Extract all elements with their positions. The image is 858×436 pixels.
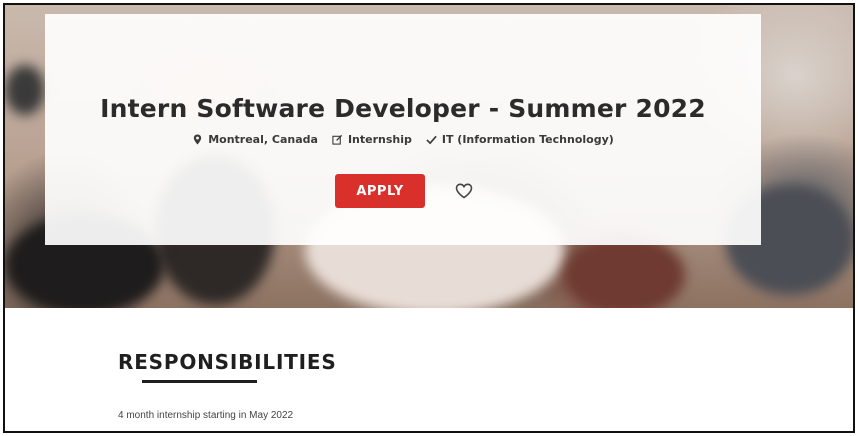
favorite-button[interactable] (453, 180, 475, 202)
apply-button[interactable]: APPLY (335, 174, 425, 208)
heading-underline (142, 380, 257, 383)
job-type: Internship (332, 133, 412, 146)
job-meta: Montreal, Canada Internship IT (Informat… (45, 133, 761, 146)
job-location: Montreal, Canada (192, 133, 318, 146)
responsibility-item: 4 month internship starting in May 2022 (118, 410, 294, 421)
job-category-label: IT (Information Technology) (441, 133, 614, 146)
heart-icon (455, 183, 473, 199)
responsibilities-heading: RESPONSIBILITIES (118, 350, 337, 374)
job-title: Intern Software Developer - Summer 2022 (100, 94, 706, 123)
edit-icon (332, 134, 343, 145)
map-pin-icon (194, 134, 202, 145)
job-description: RESPONSIBILITIES 4 month internship star… (5, 308, 853, 431)
hero-banner: Intern Software Developer - Summer 2022 … (5, 5, 853, 308)
page-frame: Intern Software Developer - Summer 2022 … (3, 3, 855, 433)
job-location-label: Montreal, Canada (208, 133, 318, 146)
job-category: IT (Information Technology) (426, 133, 614, 146)
checkmark-icon (426, 135, 437, 145)
job-type-label: Internship (347, 133, 412, 146)
job-header-card: Intern Software Developer - Summer 2022 … (45, 14, 761, 245)
